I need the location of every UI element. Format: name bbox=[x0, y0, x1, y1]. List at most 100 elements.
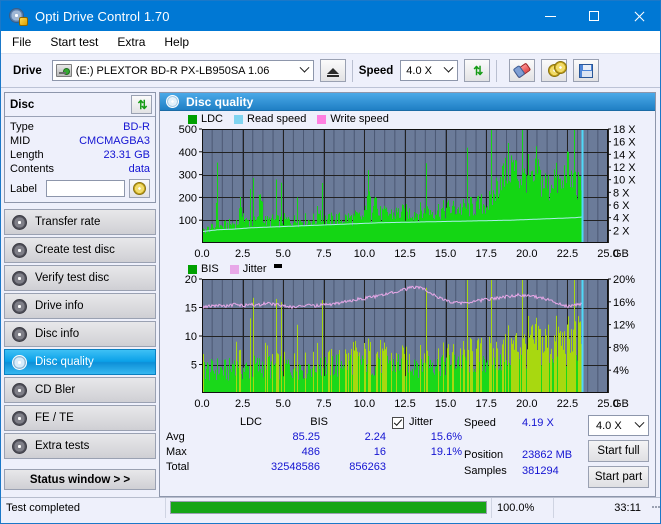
status-window-button[interactable]: Status window > > bbox=[4, 469, 156, 490]
ldc-chart: LDC Read speed Write speed 100 200 300 400 5… bbox=[162, 113, 653, 261]
disc-icon bbox=[12, 214, 27, 230]
disc-panel-title: Disc bbox=[10, 98, 35, 111]
position-key: Position bbox=[464, 449, 504, 461]
ldc-plot[interactable]: 1002003004005002 X4 X6 X8 X10 X12 X14 X1… bbox=[162, 113, 650, 261]
disc-label-input[interactable] bbox=[46, 180, 125, 197]
sidebar-item-cd-bler[interactable]: CD Bler bbox=[4, 377, 156, 403]
maximize-button[interactable] bbox=[572, 1, 616, 31]
sidebar-item-create-test-disc[interactable]: Create test disc bbox=[4, 237, 156, 263]
disc-contents-value: data bbox=[128, 163, 150, 175]
status-bar: Test completed 100.0% 33:11 bbox=[1, 497, 660, 518]
status-message: Test completed bbox=[1, 497, 166, 518]
samples-row: Samples 381294 bbox=[464, 463, 584, 479]
stats-row-label: Avg bbox=[166, 431, 185, 443]
speed-select[interactable]: 4.0 X bbox=[400, 60, 459, 81]
disc-row-length: Length 23.31 GB bbox=[10, 148, 150, 162]
svg-text:7.5: 7.5 bbox=[316, 398, 331, 410]
svg-text:20.0: 20.0 bbox=[516, 398, 537, 410]
sidebar-item-label: Transfer rate bbox=[35, 216, 101, 228]
disc-label-button[interactable] bbox=[129, 179, 150, 198]
jitter-max-value: 19.1% bbox=[430, 446, 462, 458]
svg-text:5.0: 5.0 bbox=[276, 248, 291, 260]
resize-grip[interactable] bbox=[646, 505, 660, 510]
stats-header-row: LDC BIS bbox=[166, 415, 386, 430]
jitter-label: Jitter bbox=[409, 416, 433, 428]
svg-text:2.5: 2.5 bbox=[235, 248, 250, 260]
svg-text:10.0: 10.0 bbox=[354, 248, 375, 260]
test-speed-value: 4.0 X bbox=[596, 419, 622, 432]
position-value: 23862 MB bbox=[522, 449, 573, 461]
refresh-button[interactable]: ⇅ bbox=[464, 59, 491, 82]
stats-max-bis: 16 bbox=[373, 446, 386, 458]
sidebar-item-label: Create test disc bbox=[35, 244, 115, 256]
bis-chart-legend: BIS Jitter bbox=[188, 263, 282, 275]
disc-icon bbox=[12, 298, 27, 314]
close-button[interactable] bbox=[616, 1, 660, 31]
start-full-button[interactable]: Start full bbox=[588, 440, 649, 462]
sidebar-item-label: Drive info bbox=[35, 300, 84, 312]
svg-text:16%: 16% bbox=[613, 297, 635, 309]
minimize-button[interactable] bbox=[528, 1, 572, 31]
sidebar-item-disc-quality[interactable]: Disc quality bbox=[4, 349, 156, 375]
menu-start-test[interactable]: Start test bbox=[48, 33, 107, 52]
svg-text:5: 5 bbox=[191, 360, 197, 372]
disc-icon bbox=[12, 326, 27, 342]
legend-label-bis: BIS bbox=[201, 263, 219, 275]
sidebar-item-label: FE / TE bbox=[35, 412, 74, 424]
drive-select[interactable]: (E:) PLEXTOR BD-R PX-LB950SA 1.06 bbox=[51, 60, 314, 81]
minimize-icon bbox=[544, 15, 556, 17]
disc-mid-value: CMCMAGBA3 bbox=[79, 135, 150, 147]
save-icon bbox=[579, 63, 594, 78]
sidebar-item-disc-info[interactable]: Disc info bbox=[4, 321, 156, 347]
svg-text:17.5: 17.5 bbox=[475, 248, 496, 260]
disc-label-row: Label bbox=[10, 179, 150, 198]
svg-text:20%: 20% bbox=[613, 274, 635, 286]
chevron-down-icon bbox=[440, 61, 457, 80]
svg-text:12%: 12% bbox=[613, 320, 635, 332]
svg-text:22.5: 22.5 bbox=[557, 398, 578, 410]
stats-row-label: Total bbox=[166, 461, 190, 473]
erase-button[interactable] bbox=[509, 59, 536, 82]
jitter-checkbox[interactable] bbox=[392, 416, 404, 429]
svg-text:GB: GB bbox=[613, 398, 629, 410]
bis-jitter-chart: BIS Jitter 5 10 15 20 4% 8% 12% 16% 20% 0.0 2.5 5.0… bbox=[162, 263, 653, 411]
disc-row-type: Type BD-R bbox=[10, 120, 150, 134]
svg-text:5.0: 5.0 bbox=[276, 398, 291, 410]
svg-text:500: 500 bbox=[179, 124, 197, 136]
sidebar-item-drive-info[interactable]: Drive info bbox=[4, 293, 156, 319]
svg-text:200: 200 bbox=[179, 192, 197, 204]
optical-drive-icon bbox=[55, 64, 72, 77]
eject-icon bbox=[326, 67, 339, 77]
sidebar-item-verify-test-disc[interactable]: Verify test disc bbox=[4, 265, 156, 291]
svg-text:16 X: 16 X bbox=[613, 137, 636, 149]
menu-help[interactable]: Help bbox=[162, 33, 198, 52]
svg-text:10 X: 10 X bbox=[613, 175, 636, 187]
legend-swatch-read-speed bbox=[234, 114, 244, 124]
progress-bar bbox=[170, 501, 487, 514]
disc-refresh-button[interactable]: ⇅ bbox=[131, 95, 152, 114]
chevron-down-icon bbox=[631, 416, 648, 435]
test-speed-select[interactable]: 4.0 X bbox=[588, 415, 649, 436]
sidebar-item-fe-te[interactable]: FE / TE bbox=[4, 405, 156, 431]
sidebar-item-extra-tests[interactable]: Extra tests bbox=[4, 433, 156, 459]
legend-swatch-bis bbox=[188, 264, 197, 274]
legend-swatch-write-speed bbox=[317, 114, 327, 124]
chevron-down-icon bbox=[296, 61, 313, 80]
ldc-chart-legend: LDC Read speed Write speed bbox=[188, 113, 396, 125]
eject-button[interactable] bbox=[319, 59, 346, 82]
table-row: Total 32548586 856263 bbox=[166, 460, 386, 475]
save-button[interactable] bbox=[573, 59, 600, 82]
menu-file[interactable]: File bbox=[10, 33, 40, 52]
start-part-button[interactable]: Start part bbox=[588, 466, 649, 488]
menu-extra[interactable]: Extra bbox=[115, 33, 154, 52]
svg-text:10.0: 10.0 bbox=[354, 398, 375, 410]
svg-text:12.5: 12.5 bbox=[394, 398, 415, 410]
jitter-toggle[interactable]: Jitter bbox=[392, 415, 464, 430]
sidebar-item-transfer-rate[interactable]: Transfer rate bbox=[4, 209, 156, 235]
speed-key: Speed bbox=[464, 417, 496, 429]
samples-value: 381294 bbox=[522, 465, 559, 477]
window-controls bbox=[528, 1, 660, 31]
disc-tools-button[interactable] bbox=[541, 59, 568, 82]
svg-text:6 X: 6 X bbox=[613, 200, 630, 212]
bis-plot[interactable]: 5 10 15 20 4% 8% 12% 16% 20% 0.0 2.5 5.0 7.5 10.0 12.5… bbox=[162, 263, 650, 411]
